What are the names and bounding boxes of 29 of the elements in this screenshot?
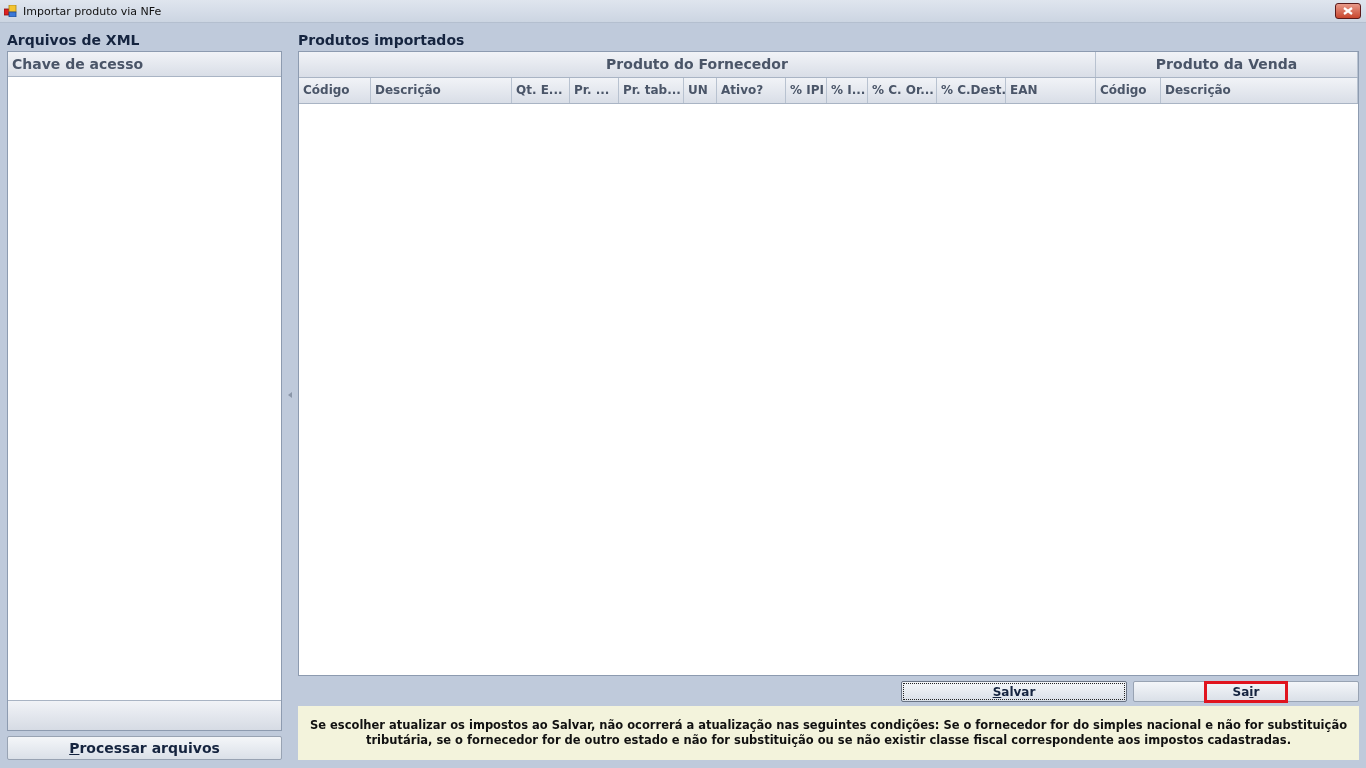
- products-table[interactable]: Produto do Fornecedor Produto da Venda Código Descrição Qt. E... Pr. ... Pr. tab... UN Ativo? % IPI % I... % C. Or... % C.Dest. EAN Código Descrição: [298, 51, 1359, 676]
- column-header[interactable]: UN: [684, 78, 717, 103]
- column-header[interactable]: % C. Or...: [868, 78, 937, 103]
- column-header[interactable]: % I...: [827, 78, 868, 103]
- column-header[interactable]: % IPI: [786, 78, 827, 103]
- action-button[interactable]: Salvar: [901, 681, 1127, 702]
- close-icon: [1343, 7, 1353, 15]
- column-header[interactable]: Chave de acesso: [8, 52, 282, 77]
- column-header[interactable]: Ativo?: [717, 78, 786, 103]
- column-header[interactable]: Código: [1096, 78, 1161, 103]
- column-group-header: Produto da Venda: [1096, 52, 1358, 77]
- column-header[interactable]: Pr. tab...: [619, 78, 684, 103]
- highlighted-button[interactable]: Sair: [1133, 681, 1359, 702]
- column-header[interactable]: Qt. E...: [512, 78, 570, 103]
- info-note: Se escolher atualizar os impostos ao Salvar, não ocorrerá a atualização nas seguintes condições: Se o fornecedor for do simples nacional e não for substituição tributária, se o fornecedor for de outro estado e não for substituição ou se não existir classe fiscal correspondente aos impostos cadastradas.: [298, 706, 1359, 760]
- column-header[interactable]: % C.Dest.: [937, 78, 1006, 103]
- panel-title: Produtos importados: [298, 31, 466, 50]
- column-header[interactable]: Descrição: [371, 78, 512, 103]
- process-files-button[interactable]: Processar arquivos: [7, 736, 283, 760]
- window-title: Importar produto via NFe: [23, 4, 163, 18]
- column-header[interactable]: Pr. ...: [570, 78, 619, 103]
- panel-title: Arquivos de XML: [7, 31, 141, 50]
- column-header[interactable]: EAN: [1006, 78, 1096, 103]
- close-button[interactable]: [1335, 3, 1361, 19]
- column-header[interactable]: Código: [299, 78, 371, 103]
- app-icon: [4, 5, 17, 17]
- access-key-list[interactable]: Chave de acesso: [7, 51, 283, 731]
- column-header[interactable]: Descrição: [1161, 78, 1358, 103]
- column-group-header: Produto do Fornecedor: [299, 52, 1096, 77]
